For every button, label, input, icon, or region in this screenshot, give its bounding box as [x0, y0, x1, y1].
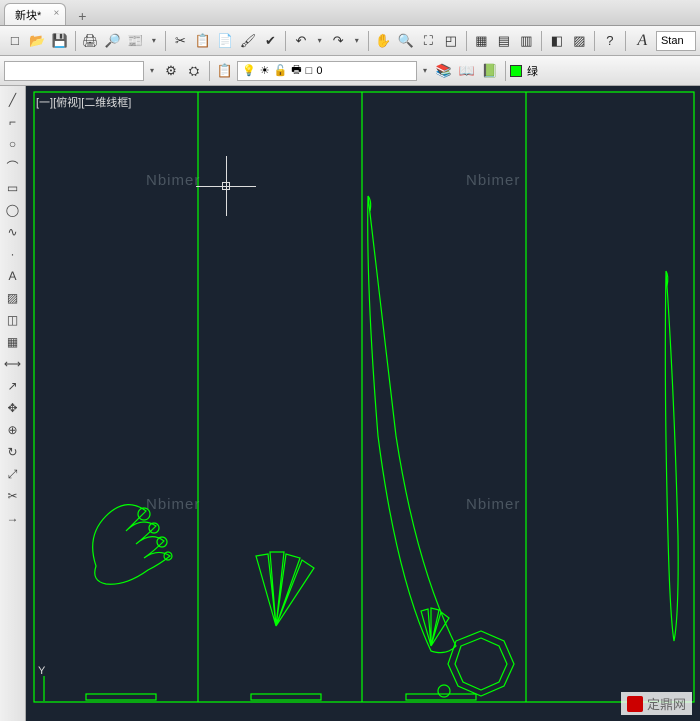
- dropdown-icon[interactable]: ▾: [313, 36, 327, 45]
- properties-button[interactable]: ▦: [471, 30, 493, 52]
- layer-tool-2[interactable]: 📖: [456, 60, 478, 82]
- command-input[interactable]: [4, 61, 144, 81]
- dimension-tool[interactable]: ⟷: [3, 354, 23, 374]
- ellipse-tool[interactable]: ◯: [3, 200, 23, 220]
- layer-tool-3[interactable]: 📗: [479, 60, 501, 82]
- dropdown-icon[interactable]: ▾: [350, 36, 364, 45]
- point-tool[interactable]: ·: [3, 244, 23, 264]
- preview-button[interactable]: 🔎: [102, 30, 124, 52]
- separator: [368, 31, 369, 51]
- help-button[interactable]: ?: [599, 30, 621, 52]
- dropdown-icon[interactable]: ▾: [418, 66, 432, 75]
- layer-toolbar: ▾ ⚙ ⛭ 📋 💡 ☀ 🔓 🖶 □ 0 ▾ 📚 📖 📗 绿: [0, 56, 700, 86]
- spline-tool[interactable]: ∿: [3, 222, 23, 242]
- zoom-button[interactable]: 🔍: [395, 30, 417, 52]
- footer-text: 定鼎网: [647, 694, 686, 713]
- print-button[interactable]: 🖨: [80, 30, 102, 52]
- color-name: 绿: [527, 63, 538, 79]
- paint-button[interactable]: 🖌: [237, 30, 259, 52]
- color-icon: □: [306, 65, 313, 77]
- pan-button[interactable]: ✋: [373, 30, 395, 52]
- line-tool[interactable]: ╱: [3, 90, 23, 110]
- copy-tool[interactable]: ⊕: [3, 420, 23, 440]
- separator: [541, 31, 542, 51]
- open-button[interactable]: 📂: [27, 30, 49, 52]
- table-tool[interactable]: ▦: [3, 332, 23, 352]
- separator: [594, 31, 595, 51]
- separator: [165, 31, 166, 51]
- match-button[interactable]: ✔: [260, 30, 282, 52]
- tab-bar: 新块* × +: [0, 0, 700, 26]
- zoom-window-button[interactable]: ◰: [440, 30, 462, 52]
- cut-button[interactable]: ✂: [170, 30, 192, 52]
- scale-tool[interactable]: ⤢: [3, 464, 23, 484]
- sun-icon: ☀: [260, 64, 270, 77]
- workspace: ╱ ⌐ ○ ⌒ ▭ ◯ ∿ · A ▨ ◫ ▦ ⟷ ↗ ✥ ⊕ ↻ ⤢ ✂ → …: [0, 86, 700, 721]
- hatch-button[interactable]: ▨: [569, 30, 591, 52]
- drawing-canvas[interactable]: [一][俯视][二维线框] Nbimer Nbimer Nbimer Nbime…: [26, 86, 700, 721]
- dropdown-icon[interactable]: ▾: [145, 66, 159, 75]
- extend-tool[interactable]: →: [3, 508, 23, 528]
- color-swatch[interactable]: [510, 65, 522, 77]
- paste-button[interactable]: 📄: [215, 30, 237, 52]
- circle-tool[interactable]: ○: [3, 134, 23, 154]
- svg-text:Y: Y: [38, 665, 46, 677]
- tab-label: 新块*: [15, 7, 41, 23]
- block-button[interactable]: ◧: [546, 30, 568, 52]
- separator: [209, 61, 210, 81]
- dropdown-icon[interactable]: ▾: [147, 36, 161, 45]
- close-icon[interactable]: ×: [53, 8, 59, 19]
- document-tab[interactable]: 新块* ×: [4, 3, 66, 25]
- footer-watermark: 定鼎网: [621, 692, 692, 715]
- undo-button[interactable]: ↶: [290, 30, 312, 52]
- trim-tool[interactable]: ✂: [3, 486, 23, 506]
- cad-drawing: Y: [26, 86, 700, 721]
- main-toolbar: □ 📂 💾 🖨 🔎 📰 ▾ ✂ 📋 📄 🖌 ✔ ↶ ▾ ↷ ▾ ✋ 🔍 ⛶ ◰ …: [0, 26, 700, 56]
- layer-tool-1[interactable]: 📚: [433, 60, 455, 82]
- bulb-icon: 💡: [242, 64, 256, 77]
- zoom-extents-button[interactable]: ⛶: [418, 30, 440, 52]
- arc-tool[interactable]: ⌒: [3, 156, 23, 176]
- separator: [285, 31, 286, 51]
- move-tool[interactable]: ✥: [3, 398, 23, 418]
- rectangle-tool[interactable]: ▭: [3, 178, 23, 198]
- rotate-tool[interactable]: ↻: [3, 442, 23, 462]
- footer-logo-icon: [627, 696, 643, 712]
- polyline-tool[interactable]: ⌐: [3, 112, 23, 132]
- plot-button[interactable]: 📰: [125, 30, 147, 52]
- separator: [625, 31, 626, 51]
- draw-toolbar: ╱ ⌐ ○ ⌒ ▭ ◯ ∿ · A ▨ ◫ ▦ ⟷ ↗ ✥ ⊕ ↻ ⤢ ✂ →: [0, 86, 26, 721]
- new-button[interactable]: □: [4, 30, 26, 52]
- hatch-tool[interactable]: ▨: [3, 288, 23, 308]
- leader-tool[interactable]: ↗: [3, 376, 23, 396]
- block-tool[interactable]: ◫: [3, 310, 23, 330]
- settings-button[interactable]: ⚙: [160, 60, 182, 82]
- save-button[interactable]: 💾: [49, 30, 71, 52]
- layer-dropdown[interactable]: 💡 ☀ 🔓 🖶 □ 0: [237, 61, 417, 81]
- tool-palette-button[interactable]: ▥: [516, 30, 538, 52]
- text-style-icon[interactable]: A: [630, 30, 655, 52]
- separator: [466, 31, 467, 51]
- layer-name: 0: [316, 65, 322, 77]
- layer-manager-button[interactable]: 📋: [214, 60, 236, 82]
- copy-button[interactable]: 📋: [192, 30, 214, 52]
- viewport-label[interactable]: [一][俯视][二维线框]: [36, 94, 131, 110]
- text-tool[interactable]: A: [3, 266, 23, 286]
- separator: [505, 61, 506, 81]
- lock-icon: 🔓: [274, 64, 288, 77]
- design-center-button[interactable]: ▤: [493, 30, 515, 52]
- separator: [75, 31, 76, 51]
- text-style-input[interactable]: [656, 31, 696, 51]
- new-tab-button[interactable]: +: [72, 7, 92, 25]
- plot-icon: 🖶: [291, 61, 301, 80]
- redo-button[interactable]: ↷: [327, 30, 349, 52]
- gear-button[interactable]: ⛭: [183, 60, 205, 82]
